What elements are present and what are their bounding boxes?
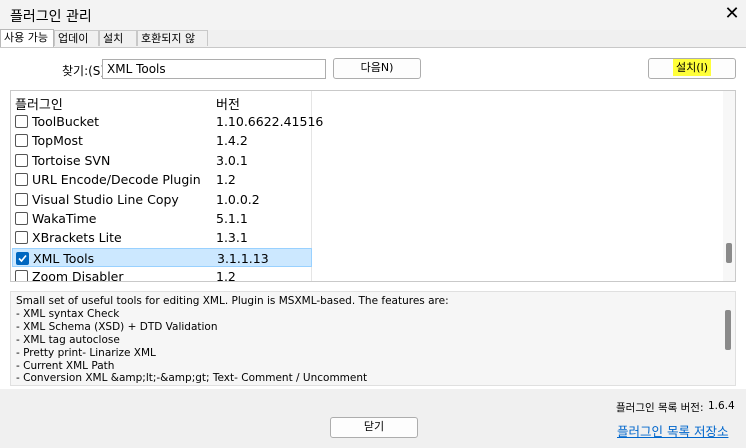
plugin-version: 3.1.1.13: [217, 250, 269, 266]
plugin-name: TopMost: [32, 133, 83, 149]
list-item[interactable]: URL Encode/Decode Plugin 1.2: [12, 170, 312, 189]
plugin-name: URL Encode/Decode Plugin: [32, 172, 201, 188]
plugin-checkbox[interactable]: [15, 153, 28, 167]
description-line: - XML Schema (XSD) + DTD Validation: [16, 320, 218, 333]
install-button-label: 설치(I): [672, 59, 712, 76]
list-version-value: 1.6.4: [708, 400, 735, 412]
window-title: 플러그인 관리: [10, 9, 92, 25]
tab-available[interactable]: 사용 가능: [0, 29, 54, 47]
list-item[interactable]: TopMost 1.4.2: [12, 131, 312, 150]
title-bar: [0, 0, 746, 30]
plugin-checkbox[interactable]: [15, 115, 28, 128]
description-box: Small set of useful tools for editing XM…: [10, 291, 736, 386]
plugin-version: 1.2: [216, 269, 236, 282]
plugin-version: 1.4.2: [216, 133, 248, 149]
plugin-version: 1.10.6622.41516: [216, 114, 324, 129]
tab-installed[interactable]: 설치됨: [99, 30, 137, 61]
description-line: - Current XML Path: [16, 359, 115, 372]
plugin-name: Zoom Disabler: [32, 269, 124, 282]
list-item[interactable]: Visual Studio Line Copy 1.0.0.2: [12, 190, 312, 209]
search-label: 찾기:(S): [62, 64, 106, 78]
plugin-checkbox[interactable]: [16, 251, 29, 265]
plugin-name: XBrackets Lite: [32, 230, 122, 246]
close-button[interactable]: 닫기: [330, 417, 418, 438]
list-scrollbar[interactable]: [723, 91, 735, 281]
plugin-checkbox[interactable]: [15, 231, 28, 245]
tab-strip: 사용 가능 업데이트 설치됨 호환되지 않음: [0, 29, 746, 61]
tab-incompatible[interactable]: 호환되지 않음: [137, 30, 208, 61]
plugin-version: 1.2: [216, 172, 236, 188]
install-button[interactable]: 설치(I): [648, 58, 736, 79]
plugin-name: Visual Studio Line Copy: [32, 191, 179, 207]
plugin-checkbox[interactable]: [15, 173, 28, 187]
plugin-checkbox[interactable]: [15, 134, 28, 148]
list-version-label: 플러그인 목록 버전:: [616, 402, 704, 414]
close-icon[interactable]: ✕: [721, 2, 743, 26]
list-item[interactable]: WakaTime 5.1.1: [12, 209, 312, 228]
plugin-repo-link[interactable]: 플러그인 목록 저장소: [617, 421, 728, 440]
description-scrollbar[interactable]: [722, 292, 734, 385]
plugin-checkbox[interactable]: [15, 192, 28, 206]
list-item[interactable]: Tortoise SVN 3.0.1: [12, 151, 312, 170]
list-item[interactable]: Zoom Disabler 1.2: [12, 267, 312, 282]
description-line: - XML syntax Check: [16, 307, 120, 320]
description-scroll-thumb[interactable]: [725, 310, 731, 350]
list-scroll-thumb[interactable]: [726, 243, 732, 263]
plugin-version: 1.0.0.2: [216, 191, 260, 207]
plugin-checkbox[interactable]: [15, 270, 28, 281]
tab-updates[interactable]: 업데이트: [54, 30, 99, 61]
plugin-version: 5.1.1: [216, 211, 248, 226]
description-line: - XML tag autoclose: [16, 333, 120, 346]
list-item[interactable]: XML Tools 3.1.1.13: [12, 247, 312, 267]
list-item[interactable]: ToolBucket 1.10.6622.41516: [12, 112, 323, 131]
plugin-list[interactable]: 플러그인 버전 ToolBucket 1.10.6622.41516 TopMost…: [10, 90, 736, 282]
plugin-checkbox[interactable]: [15, 212, 28, 225]
plugin-name: Tortoise SVN: [32, 152, 111, 168]
description-line: Small set of useful tools for editing XM…: [16, 295, 449, 307]
search-input[interactable]: [102, 59, 326, 79]
plugin-name: XML Tools: [33, 250, 95, 266]
plugin-name: WakaTime: [32, 211, 97, 226]
plugin-version: 3.0.1: [216, 152, 248, 168]
plugin-version: 1.3.1: [216, 230, 248, 246]
plugin-name: ToolBucket: [32, 114, 100, 129]
column-header-version[interactable]: 버전: [216, 94, 240, 113]
description-line: - Conversion XML &amp;lt;-&amp;gt; Text-…: [16, 372, 368, 385]
list-item[interactable]: XBrackets Lite 1.3.1: [12, 228, 312, 247]
description-line: - Pretty print- Linarize XML: [16, 346, 156, 359]
next-button[interactable]: 다음N): [333, 58, 421, 79]
column-header-plugin[interactable]: 플러그인: [15, 94, 63, 113]
